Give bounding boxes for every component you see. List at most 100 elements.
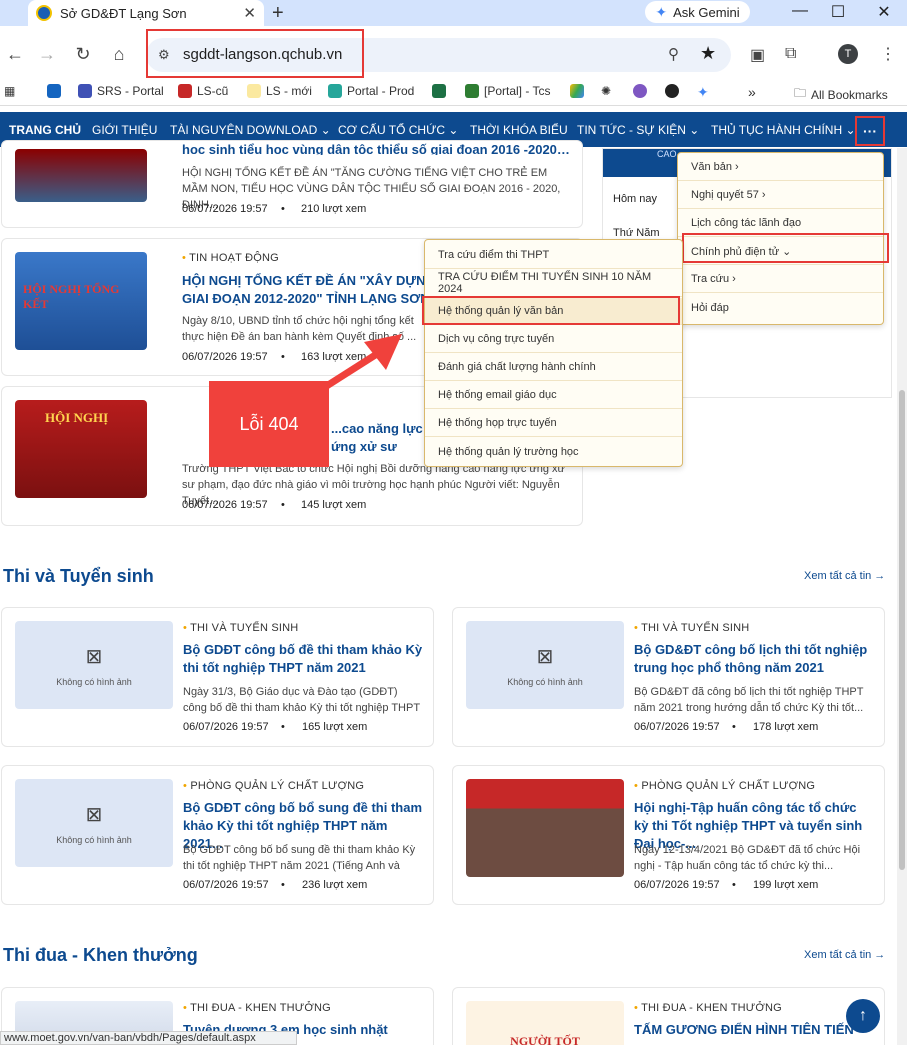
see-all-link[interactable]: Xem tất cả tin →: [804, 570, 885, 582]
status-bar-url: www.moet.gov.vn/van-ban/vbdh/Pages/defau…: [0, 1031, 297, 1045]
article-thumb-3: HỘI NGHỊ: [15, 400, 147, 498]
article-date: 06/07/2026 19:57: [182, 499, 268, 511]
article-desc: Bộ GDĐT công bố bổ sung đề thi tham khảo…: [183, 844, 416, 872]
nav-timetable[interactable]: THỜI KHÓA BIỂU: [470, 123, 568, 137]
article-title[interactable]: TẤM GƯƠNG ĐIỂN HÌNH TIÊN TIẾN: [634, 1021, 874, 1039]
article-views: 145 lượt xem: [301, 499, 367, 511]
article-title[interactable]: Bộ GDĐT công bố đề thi tham khảo Kỳ thi …: [183, 641, 423, 677]
nav-downloads[interactable]: TÀI NGUYÊN DOWNLOAD ⌄: [170, 123, 331, 137]
submenu-quan-ly-truong-hoc[interactable]: Hệ thống quản lý trường học: [425, 438, 682, 465]
article-category: THI VÀ TUYỂN SINH: [183, 622, 298, 634]
bookmark-excel-icon[interactable]: [432, 84, 446, 98]
article-category: THI VÀ TUYỂN SINH: [634, 622, 749, 634]
broken-image-icon: ⊠: [536, 645, 554, 668]
bookmark-srs-portal[interactable]: SRS - Portal: [78, 84, 164, 98]
article-views: 178 lượt xem: [753, 721, 819, 733]
nav-news[interactable]: TIN TỨC - SỰ KIỆN ⌄: [577, 123, 699, 137]
new-tab-button[interactable]: +: [272, 2, 284, 25]
bookmark-ls-cu[interactable]: LS-cũ: [178, 84, 228, 98]
scrollbar-thumb[interactable]: [899, 390, 905, 870]
ask-gemini-button[interactable]: ✦ Ask Gemini: [645, 1, 750, 23]
exam-card-1[interactable]: ⊠ Không có hình ảnh THI VÀ TUYỂN SINH Bộ…: [1, 607, 434, 747]
section-title-tuyen-sinh: Thi và Tuyển sinh: [3, 566, 154, 586]
article-card-1[interactable]: học sinh tiểu học vùng dân tộc thiểu số …: [1, 140, 583, 228]
menu-item-nghi-quyet-57[interactable]: Nghị quyết 57 ›: [678, 182, 883, 209]
reload-icon[interactable]: ↻: [70, 44, 96, 65]
meta-dot: •: [281, 499, 285, 511]
meta-dot: •: [281, 203, 285, 215]
thumb-text: NGƯỜI TỐT: [510, 1034, 580, 1045]
meta-dot: •: [281, 351, 285, 363]
bookmark-icon-1[interactable]: [47, 84, 61, 98]
submenu-danh-gia-chat-luong[interactable]: Đánh giá chất lượng hành chính: [425, 354, 682, 381]
scroll-to-top-button[interactable]: ↑: [846, 999, 880, 1033]
menu-item-hoi-dap[interactable]: Hỏi đáp: [678, 294, 883, 321]
bookmark-star-icon[interactable]: ★: [700, 43, 716, 64]
article-desc: Ngày 12-13/4/2021 Bộ GD&ĐT đã tổ chức Hộ…: [634, 844, 861, 872]
broken-image-icon: ⊠: [85, 645, 103, 668]
today-label: Hôm nay: [613, 193, 658, 205]
submenu-hop-truc-tuyen[interactable]: Hệ thống họp trực tuyến: [425, 410, 682, 437]
nav-more-button[interactable]: ···: [855, 116, 885, 146]
bookmarks-overflow-icon[interactable]: »: [748, 84, 756, 100]
article-date: 06/07/2026 19:57: [183, 879, 269, 891]
see-all-link[interactable]: Xem tất cả tin →: [804, 949, 885, 961]
submenu-tra-cuu-diem-thpt[interactable]: Tra cứu điểm thi THPT: [425, 242, 682, 269]
meta-dot: •: [281, 721, 285, 733]
submenu-tra-cuu-ts10[interactable]: TRA CỨU ĐIỂM THI TUYỂN SINH 10 NĂM 2024: [425, 270, 682, 297]
home-icon[interactable]: ⌂: [106, 44, 132, 65]
github-icon[interactable]: [665, 84, 679, 98]
back-icon[interactable]: ←: [2, 44, 28, 65]
arrow-up-icon: ↑: [859, 1007, 867, 1024]
menu-item-van-ban[interactable]: Văn bản ›: [678, 154, 883, 181]
close-tab-icon[interactable]: ✕: [243, 4, 256, 22]
submenu-chinh-phu-dien-tu: Tra cứu điểm thi THPT TRA CỨU ĐIỂM THI T…: [424, 239, 683, 467]
article-date: 06/07/2026 19:57: [182, 203, 268, 215]
apps-grid-icon[interactable]: ▦: [4, 84, 15, 98]
browser-menu-icon[interactable]: ⋮: [880, 44, 896, 64]
award-card-2[interactable]: NGƯỜI TỐT THI ĐUA - KHEN THƯỞNG TẤM GƯƠN…: [452, 987, 885, 1045]
exam-card-4[interactable]: PHÒNG QUẢN LÝ CHẤT LƯỢNG Hội nghị-Tập hu…: [452, 765, 885, 905]
submenu-dich-vu-cong[interactable]: Dịch vụ công trực tuyến: [425, 326, 682, 353]
no-image-placeholder: ⊠ Không có hình ảnh: [15, 779, 173, 867]
article-title[interactable]: ...cao năng lực ứng xử sư phạm, đạo đức …: [331, 420, 426, 456]
submenu-email-giao-duc[interactable]: Hệ thống email giáo dục: [425, 382, 682, 409]
minimize-icon[interactable]: —: [780, 2, 820, 20]
openai-icon[interactable]: ✺: [601, 84, 611, 98]
bookmark-label: [Portal] - Tcs: [484, 84, 551, 98]
maximize-icon[interactable]: ☐: [818, 2, 858, 22]
drive-icon[interactable]: [570, 84, 584, 98]
article-views: 236 lượt xem: [302, 879, 368, 891]
exam-card-2[interactable]: ⊠ Không có hình ảnh THI VÀ TUYỂN SINH Bộ…: [452, 607, 885, 747]
chinh-phu-highlight-box: [682, 233, 889, 263]
exam-card-3[interactable]: ⊠ Không có hình ảnh PHÒNG QUẢN LÝ CHẤT L…: [1, 765, 434, 905]
bookmark-portal-prod[interactable]: Portal - Prod: [328, 84, 414, 98]
site-favicon-icon: [36, 5, 52, 21]
nav-organization[interactable]: CƠ CẤU TỔ CHỨC ⌄: [338, 123, 458, 137]
article-title[interactable]: học sinh tiểu học vùng dân tộc thiểu số …: [182, 141, 572, 155]
all-bookmarks[interactable]: 🗀 All Bookmarks: [794, 84, 888, 105]
browser-tab[interactable]: Sở GD&ĐT Lạng Sơn ✕: [28, 0, 264, 26]
callout-arrow: [312, 334, 402, 397]
article-category: PHÒNG QUẢN LÝ CHẤT LƯỢNG: [183, 780, 364, 792]
meta-dot: •: [732, 721, 736, 733]
reading-list-icon[interactable]: ▣: [750, 45, 765, 65]
article-category: PHÒNG QUẢN LÝ CHẤT LƯỢNG: [634, 780, 815, 792]
nav-home[interactable]: TRANG CHỦ: [9, 123, 81, 137]
article-desc: Bộ GD&ĐT đã công bố lịch thi tốt nghiệp …: [634, 686, 864, 714]
profile-avatar[interactable]: T: [838, 44, 858, 64]
extensions-icon[interactable]: ⧉: [785, 45, 796, 63]
gemini-bookmark-icon[interactable]: ✦: [697, 84, 709, 101]
bookmark-ls-moi[interactable]: LS - mới: [247, 84, 312, 98]
menu-item-tra-cuu[interactable]: Tra cứu ›: [678, 266, 883, 293]
nav-about[interactable]: GIỚI THIỆU: [92, 123, 157, 137]
zoom-icon[interactable]: ⚲: [668, 45, 679, 63]
bookmark-portal-tcs[interactable]: [Portal] - Tcs: [465, 84, 550, 98]
nav-procedures[interactable]: THỦ TỤC HÀNH CHÍNH ⌄: [711, 123, 856, 137]
close-window-icon[interactable]: ✕: [864, 2, 904, 22]
article-title[interactable]: Bộ GD&ĐT công bố lịch thi tốt nghiệp tru…: [634, 641, 874, 677]
bookmark-purple-icon[interactable]: [633, 84, 647, 98]
article-thumb: NGƯỜI TỐT: [466, 1001, 624, 1045]
forward-icon[interactable]: →: [34, 44, 60, 65]
no-image-placeholder: ⊠ Không có hình ảnh: [15, 621, 173, 709]
